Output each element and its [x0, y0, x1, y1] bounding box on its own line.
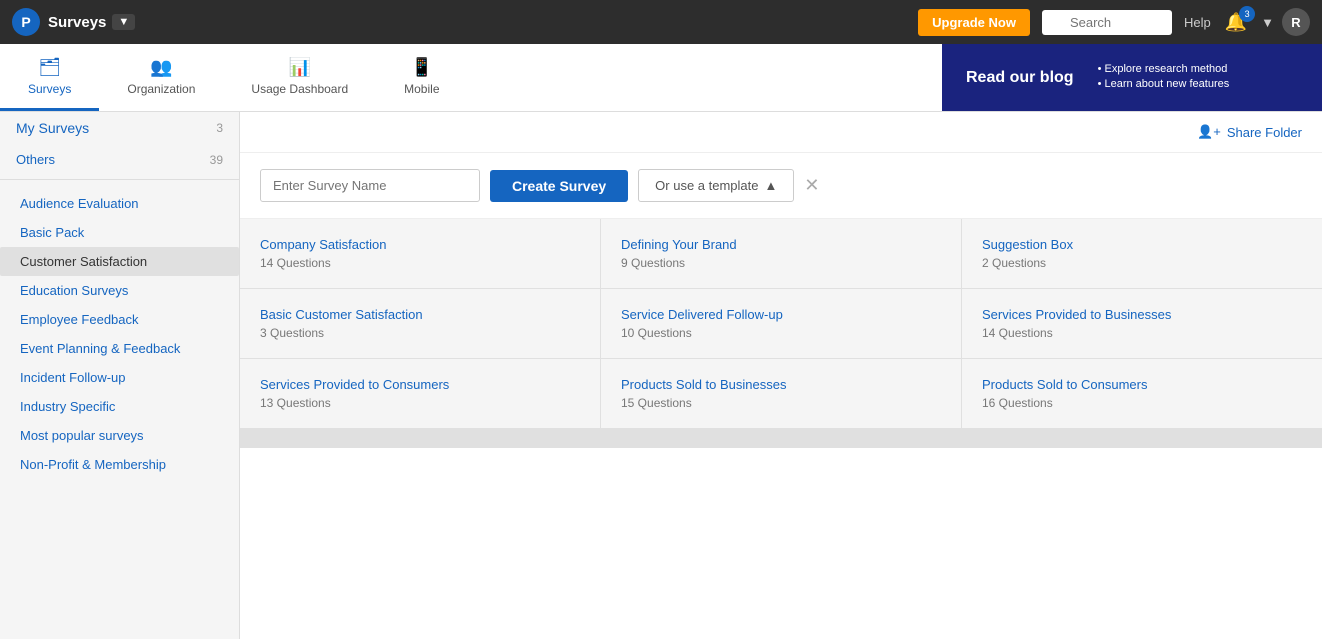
template-chevron-icon: ▲	[765, 178, 778, 193]
surveys-tab-label: Surveys	[28, 82, 71, 96]
sidebar-category-item[interactable]: Education Surveys	[0, 276, 239, 305]
user-avatar[interactable]: R	[1282, 8, 1310, 36]
sidebar: My Surveys 3 Others 39 Audience Evaluati…	[0, 112, 240, 639]
others-count: 39	[210, 153, 223, 167]
template-card-questions: 13 Questions	[260, 396, 580, 410]
template-card-title: Services Provided to Consumers	[260, 377, 580, 392]
template-card-title: Services Provided to Businesses	[982, 307, 1302, 322]
template-card-questions: 10 Questions	[621, 326, 941, 340]
use-template-button[interactable]: Or use a template ▲	[638, 169, 794, 202]
app-logo: P	[12, 8, 40, 36]
sidebar-category-item[interactable]: Incident Follow-up	[0, 363, 239, 392]
sidebar-category-item[interactable]: Audience Evaluation	[0, 189, 239, 218]
notification-badge: 3	[1239, 6, 1255, 22]
tab-usage-dashboard[interactable]: 📊 Usage Dashboard	[223, 44, 376, 111]
template-card-title: Service Delivered Follow-up	[621, 307, 941, 322]
app-name: Surveys	[48, 14, 106, 31]
right-panel: 👤+ Share Folder Create Survey Or use a t…	[240, 112, 1322, 639]
share-folder-button[interactable]: 👤+ Share Folder	[1197, 124, 1302, 140]
organization-tab-label: Organization	[127, 82, 195, 96]
blog-bullet-1: Explore research method	[1098, 63, 1230, 75]
sidebar-others[interactable]: Others 39	[0, 144, 239, 175]
template-card-title: Defining Your Brand	[621, 237, 941, 252]
template-card[interactable]: Products Sold to Consumers 16 Questions	[962, 359, 1322, 428]
others-label: Others	[16, 152, 55, 167]
blog-banner-bullets: Explore research method Learn about new …	[1098, 63, 1230, 93]
sidebar-my-surveys[interactable]: My Surveys 3	[0, 112, 239, 144]
sidebar-category-item[interactable]: Event Planning & Feedback	[0, 334, 239, 363]
main-content: My Surveys 3 Others 39 Audience Evaluati…	[0, 112, 1322, 639]
template-card-questions: 14 Questions	[260, 256, 580, 270]
help-label: Help	[1184, 15, 1211, 30]
sidebar-category-item[interactable]: Basic Pack	[0, 218, 239, 247]
template-card[interactable]: Service Delivered Follow-up 10 Questions	[601, 289, 961, 358]
organization-tab-icon: 👥	[150, 57, 172, 78]
template-card[interactable]: Defining Your Brand 9 Questions	[601, 219, 961, 288]
close-button[interactable]: ✕	[804, 175, 819, 196]
template-card-title: Company Satisfaction	[260, 237, 580, 252]
nav-separator: ▼	[1261, 15, 1274, 30]
search-wrapper: 🔍	[1042, 10, 1172, 35]
template-card-title: Basic Customer Satisfaction	[260, 307, 580, 322]
template-grid: Company Satisfaction 14 Questions Defini…	[240, 219, 1322, 448]
sidebar-category-item[interactable]: Employee Feedback	[0, 305, 239, 334]
share-folder-icon: 👤+	[1197, 124, 1221, 140]
template-card[interactable]: Services Provided to Consumers 13 Questi…	[240, 359, 600, 428]
create-survey-row: Create Survey Or use a template ▲ ✕	[240, 153, 1322, 219]
template-card[interactable]: Company Satisfaction 14 Questions	[240, 219, 600, 288]
sub-nav: 🗂 Surveys 👥 Organization 📊 Usage Dashboa…	[0, 44, 1322, 112]
mobile-tab-icon: 📱	[411, 57, 433, 78]
template-card-title: Products Sold to Consumers	[982, 377, 1302, 392]
template-card-questions: 14 Questions	[982, 326, 1302, 340]
template-card[interactable]: Products Sold to Businesses 15 Questions	[601, 359, 961, 428]
my-surveys-count: 3	[216, 121, 223, 135]
sidebar-category-item[interactable]: Most popular surveys	[0, 421, 239, 450]
blog-banner[interactable]: Read our blog Explore research method Le…	[942, 44, 1322, 111]
right-panel-header: 👤+ Share Folder	[240, 112, 1322, 153]
create-survey-button[interactable]: Create Survey	[490, 170, 628, 202]
template-card-questions: 2 Questions	[982, 256, 1302, 270]
upgrade-now-button[interactable]: Upgrade Now	[918, 9, 1030, 36]
sub-nav-tabs: 🗂 Surveys 👥 Organization 📊 Usage Dashboa…	[0, 44, 468, 111]
survey-name-input[interactable]	[260, 169, 480, 202]
tab-surveys[interactable]: 🗂 Surveys	[0, 44, 99, 111]
blog-banner-title: Read our blog	[966, 69, 1074, 87]
template-card-title: Suggestion Box	[982, 237, 1302, 252]
dashboard-tab-icon: 📊	[289, 57, 311, 78]
sidebar-category-item[interactable]: Customer Satisfaction	[0, 247, 239, 276]
template-card[interactable]: Suggestion Box 2 Questions	[962, 219, 1322, 288]
template-card[interactable]: Basic Customer Satisfaction 3 Questions	[240, 289, 600, 358]
template-card-questions: 9 Questions	[621, 256, 941, 270]
notifications-button[interactable]: 🔔 3	[1225, 12, 1247, 33]
template-card-questions: 3 Questions	[260, 326, 580, 340]
template-card-questions: 15 Questions	[621, 396, 941, 410]
search-input[interactable]	[1042, 10, 1172, 35]
share-folder-label: Share Folder	[1227, 125, 1302, 140]
surveys-tab-icon: 🗂	[38, 57, 61, 78]
template-card[interactable]: Services Provided to Businesses 14 Quest…	[962, 289, 1322, 358]
my-surveys-label: My Surveys	[16, 120, 89, 136]
blog-bullet-2: Learn about new features	[1098, 78, 1230, 90]
template-card-questions: 16 Questions	[982, 396, 1302, 410]
template-card-title: Products Sold to Businesses	[621, 377, 941, 392]
top-nav: P Surveys ▼ Upgrade Now 🔍 Help 🔔 3 ▼ R	[0, 0, 1322, 44]
tab-mobile[interactable]: 📱 Mobile	[376, 44, 467, 111]
sidebar-category-item[interactable]: Non-Profit & Membership	[0, 450, 239, 479]
sidebar-category-item[interactable]: Industry Specific	[0, 392, 239, 421]
mobile-tab-label: Mobile	[404, 82, 439, 96]
category-list: Audience EvaluationBasic PackCustomer Sa…	[0, 189, 239, 479]
surveys-dropdown[interactable]: ▼	[112, 14, 135, 30]
use-template-label: Or use a template	[655, 178, 758, 193]
tab-organization[interactable]: 👥 Organization	[99, 44, 223, 111]
dashboard-tab-label: Usage Dashboard	[251, 82, 348, 96]
